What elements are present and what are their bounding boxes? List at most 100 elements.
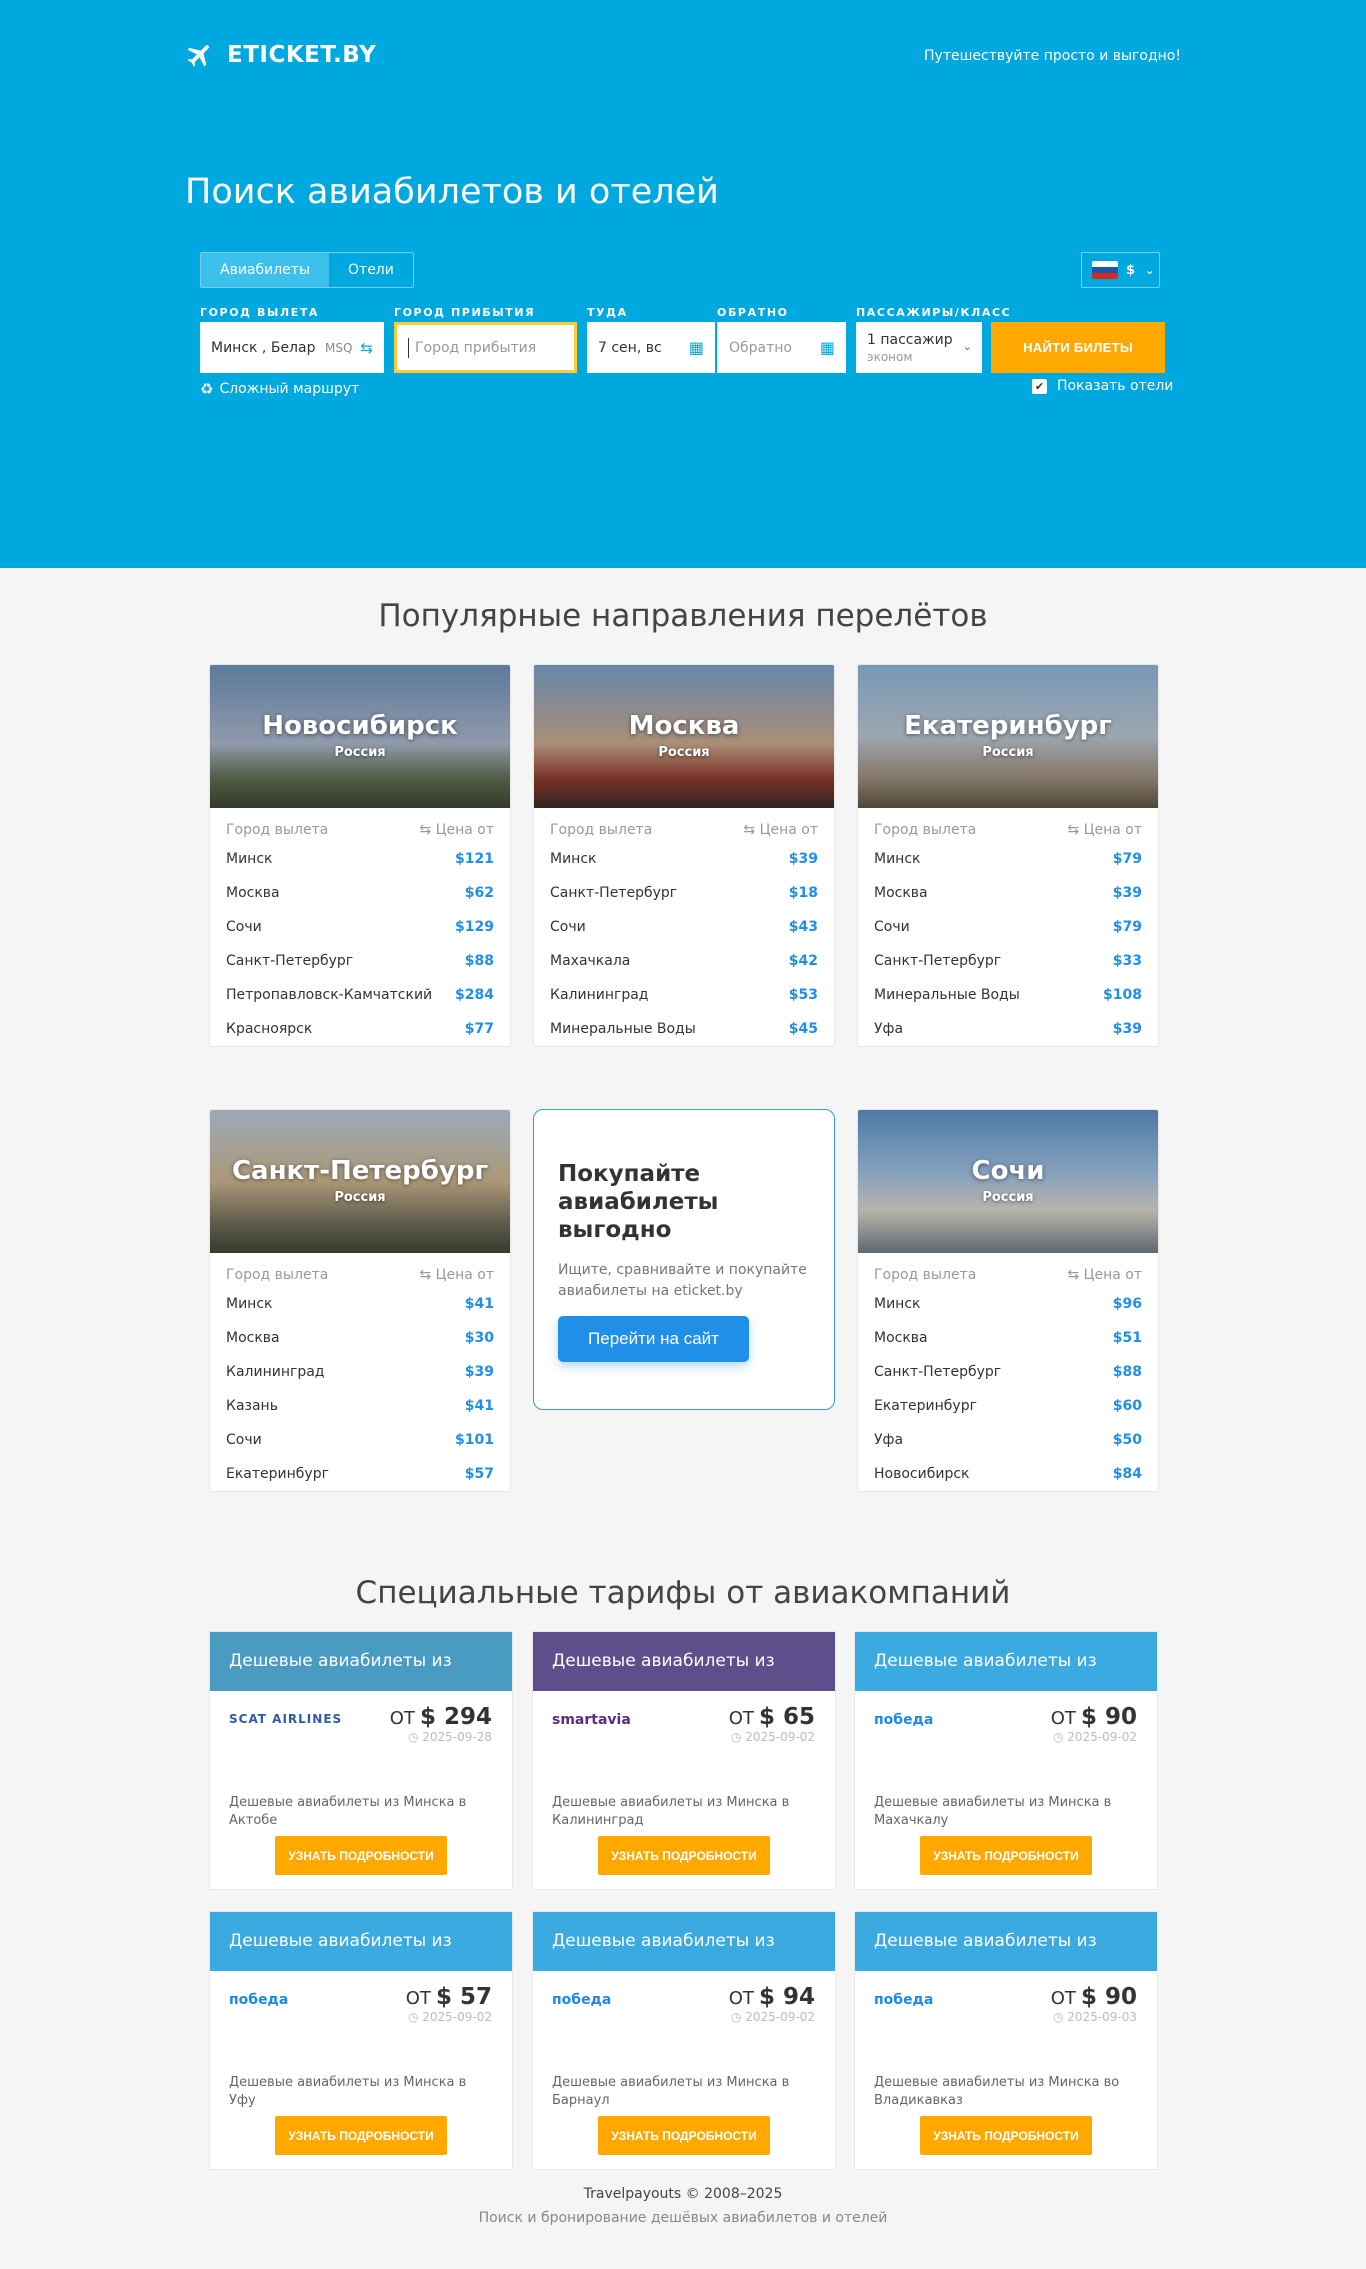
route-price[interactable]: $62 (465, 876, 494, 910)
table-row[interactable]: Минск $41 (210, 1287, 510, 1321)
route-price[interactable]: $88 (465, 944, 494, 978)
table-row[interactable]: Екатеринбург $57 (210, 1457, 510, 1491)
route-price[interactable]: $79 (1113, 910, 1142, 944)
route-price[interactable]: $284 (455, 978, 494, 1012)
offer-details-button[interactable]: Узнать подробности (275, 1836, 447, 1875)
table-row[interactable]: Казань $41 (210, 1389, 510, 1423)
table-row[interactable]: Уфа $39 (858, 1012, 1158, 1046)
route-price[interactable]: $30 (465, 1321, 494, 1355)
go-to-site-button[interactable]: Перейти на сайт (558, 1316, 749, 1362)
route-price[interactable]: $50 (1113, 1423, 1142, 1457)
route-price[interactable]: $42 (789, 944, 818, 978)
footer-copyright: Travelpayouts © 2008–2025 (583, 2186, 783, 2202)
offer-header: Дешевые авиабилеты из Минска (210, 1912, 512, 2010)
table-row[interactable]: Уфа $50 (858, 1423, 1158, 1457)
origin-city: Красноярск (226, 1021, 313, 1037)
table-row[interactable]: Сочи $129 (210, 910, 510, 944)
table-row[interactable]: Минск $96 (858, 1287, 1158, 1321)
destination-city: Санкт-Петербург (231, 1156, 489, 1186)
destination-card[interactable]: Сочи Россия Город вылета ⇆ Цена от Минск $96 М… (857, 1109, 1159, 1492)
origin-value: Минск , Беларусь (211, 339, 315, 356)
route-price[interactable]: $121 (455, 842, 494, 876)
table-row[interactable]: Калининград $39 (210, 1355, 510, 1389)
route-price[interactable]: $88 (1113, 1355, 1142, 1389)
table-row[interactable]: Санкт-Петербург $33 (858, 944, 1158, 978)
return-date-field[interactable]: Обратно ▦ (717, 322, 846, 373)
route-price[interactable]: $41 (465, 1287, 494, 1321)
table-row[interactable]: Санкт-Петербург $18 (534, 876, 834, 910)
table-row[interactable]: Москва $30 (210, 1321, 510, 1355)
route-price[interactable]: $41 (465, 1389, 494, 1423)
passengers-field[interactable]: 1 пассажир эконом ⌄ (856, 322, 982, 373)
origin-city: Екатеринбург (226, 1466, 329, 1482)
swap-icon[interactable]: ⇆ (360, 339, 373, 357)
route-price[interactable]: $77 (465, 1012, 494, 1046)
complex-route-link[interactable]: ♻ Сложный маршрут (200, 380, 359, 398)
table-row[interactable]: Москва $62 (210, 876, 510, 910)
route-price[interactable]: $101 (455, 1423, 494, 1457)
route-price[interactable]: $96 (1113, 1287, 1142, 1321)
route-price[interactable]: $39 (789, 842, 818, 876)
route-price[interactable]: $39 (1113, 1012, 1142, 1046)
destination-card[interactable]: Москва Россия Город вылета ⇆ Цена от Минск $3… (533, 664, 835, 1047)
tab-flights[interactable]: Авиабилеты (201, 253, 330, 287)
table-row[interactable]: Махачкала $42 (534, 944, 834, 978)
origin-city: Минск (226, 1296, 273, 1312)
offer-description: Дешевые авиабилеты из Минска в Барнаул (552, 2075, 790, 2108)
destination-card[interactable]: Санкт-Петербург Россия Город вылета ⇆ Цена … (209, 1109, 511, 1492)
brand-logo[interactable]: ETICKET.BY (185, 40, 376, 70)
offer-details-button[interactable]: Узнать подробности (275, 2116, 447, 2155)
depart-date-field[interactable]: 7 сен, вс ▦ (587, 322, 715, 373)
origin-city: Уфа (874, 1021, 904, 1037)
route-price[interactable]: $39 (1113, 876, 1142, 910)
route-price[interactable]: $129 (455, 910, 494, 944)
route-price[interactable]: $18 (789, 876, 818, 910)
table-row[interactable]: Новосибирск $84 (858, 1457, 1158, 1491)
table-row[interactable]: Петропавловск-Камчатский $284 (210, 978, 510, 1012)
table-row[interactable]: Калининград $53 (534, 978, 834, 1012)
origin-city: Сочи (226, 919, 262, 935)
price-amount: $ 65 (758, 1704, 815, 1730)
checkbox-checked-icon[interactable]: ✔ (1032, 378, 1047, 394)
destination-field[interactable]: Город прибытия (394, 322, 577, 373)
table-row[interactable]: Минск $39 (534, 842, 834, 876)
route-price[interactable]: $108 (1103, 978, 1142, 1012)
search-button[interactable]: Найти билеты (991, 322, 1165, 373)
table-row[interactable]: Минеральные Воды $45 (534, 1012, 834, 1046)
tab-hotels[interactable]: Отели (329, 253, 413, 287)
table-row[interactable]: Сочи $79 (858, 910, 1158, 944)
table-row[interactable]: Минск $121 (210, 842, 510, 876)
destination-card[interactable]: Новосибирск Россия Город вылета ⇆ Цена от Ми… (209, 664, 511, 1047)
route-price[interactable]: $57 (465, 1457, 494, 1491)
table-row[interactable]: Сочи $43 (534, 910, 834, 944)
route-price[interactable]: $53 (789, 978, 818, 1012)
show-hotels-toggle[interactable]: ✔ Показать отели (1032, 378, 1173, 394)
table-row[interactable]: Минеральные Воды $108 (858, 978, 1158, 1012)
destination-table-header: Город вылета ⇆ Цена от (210, 1253, 510, 1287)
route-price[interactable]: $39 (465, 1355, 494, 1389)
origin-field[interactable]: Минск , Беларусь MSQ ⇆ (200, 322, 384, 373)
offer-details-button[interactable]: Узнать подробности (598, 2116, 770, 2155)
destination-card[interactable]: Екатеринбург Россия Город вылета ⇆ Цена от М… (857, 664, 1159, 1047)
table-row[interactable]: Москва $51 (858, 1321, 1158, 1355)
table-row[interactable]: Сочи $101 (210, 1423, 510, 1457)
table-row[interactable]: Минск $79 (858, 842, 1158, 876)
offer-details-button[interactable]: Узнать подробности (598, 1836, 770, 1875)
route-price[interactable]: $84 (1113, 1457, 1142, 1491)
table-row[interactable]: Екатеринбург $60 (858, 1389, 1158, 1423)
table-row[interactable]: Санкт-Петербург $88 (858, 1355, 1158, 1389)
route-price[interactable]: $33 (1113, 944, 1142, 978)
route-price[interactable]: $60 (1113, 1389, 1142, 1423)
table-row[interactable]: Санкт-Петербург $88 (210, 944, 510, 978)
route-price[interactable]: $51 (1113, 1321, 1142, 1355)
destination-photo: Санкт-Петербург Россия (210, 1110, 510, 1253)
offer-details-button[interactable]: Узнать подробности (920, 1836, 1092, 1875)
text-caret (408, 337, 409, 358)
route-price[interactable]: $45 (789, 1012, 818, 1046)
table-row[interactable]: Москва $39 (858, 876, 1158, 910)
route-price[interactable]: $79 (1113, 842, 1142, 876)
route-price[interactable]: $43 (789, 910, 818, 944)
offer-details-button[interactable]: Узнать подробности (920, 2116, 1092, 2155)
table-row[interactable]: Красноярск $77 (210, 1012, 510, 1046)
currency-selector[interactable]: $ ⌄ (1081, 252, 1160, 288)
